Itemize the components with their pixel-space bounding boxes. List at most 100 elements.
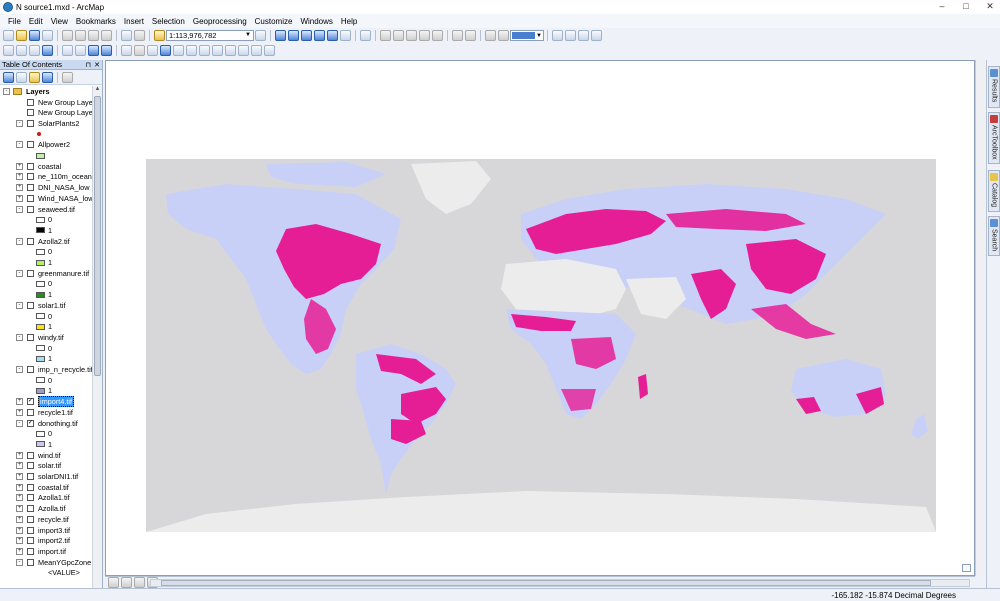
layer-row[interactable]: - seaweed.tif xyxy=(16,204,75,215)
paste-icon[interactable] xyxy=(88,30,99,41)
layer-visibility-checkbox[interactable] xyxy=(27,505,34,513)
collapse-icon[interactable]: - xyxy=(16,301,23,309)
map-horizontal-scrollbar[interactable] xyxy=(150,579,970,587)
next-extent-icon[interactable] xyxy=(101,45,112,56)
layer-row[interactable]: + coastal xyxy=(16,161,61,172)
layer-visibility-checkbox[interactable] xyxy=(27,205,34,213)
legend-swatch[interactable] xyxy=(36,259,45,266)
python-window-icon[interactable] xyxy=(327,30,338,41)
draw-arrow-icon[interactable] xyxy=(485,30,496,41)
layer-visibility-checkbox[interactable] xyxy=(27,109,34,117)
layer-visibility-checkbox[interactable] xyxy=(27,462,34,470)
map-vertical-scrollbar[interactable] xyxy=(975,60,985,576)
layer-row[interactable]: + Wind_NASA_low xyxy=(16,193,92,204)
layer-row[interactable]: + import.tif xyxy=(16,546,66,557)
expand-icon[interactable]: + xyxy=(16,537,23,545)
legend-swatch[interactable] xyxy=(36,377,45,384)
measure-icon[interactable] xyxy=(199,45,210,56)
expand-icon[interactable]: + xyxy=(16,473,23,481)
time-slider-icon[interactable] xyxy=(251,45,262,56)
layer-visibility-checkbox[interactable] xyxy=(27,173,34,181)
layer-row[interactable]: New Group Layer xyxy=(16,97,92,108)
legend-swatch[interactable] xyxy=(36,152,45,159)
refresh-view-icon[interactable] xyxy=(565,30,576,41)
refresh-icon[interactable] xyxy=(134,577,145,588)
layer-visibility-checkbox[interactable] xyxy=(27,162,34,170)
layers-root-row[interactable]: - Layers xyxy=(3,86,50,97)
menu-file[interactable]: File xyxy=(4,17,25,26)
arctoolbox-icon[interactable] xyxy=(314,30,325,41)
layer-row[interactable]: + solar.tif xyxy=(16,461,61,472)
layer-row[interactable]: + import3.tif xyxy=(16,525,70,536)
layer-visibility-checkbox[interactable]: ✓ xyxy=(27,419,34,427)
go-to-xy-icon[interactable] xyxy=(238,45,249,56)
expand-icon[interactable]: + xyxy=(16,184,23,192)
layer-row[interactable]: + recycle1.tif xyxy=(16,407,73,418)
legend-swatch[interactable] xyxy=(36,291,45,298)
results-dock-tab[interactable]: Results xyxy=(988,66,1000,108)
toc-options-icon[interactable] xyxy=(62,71,73,83)
layer-row[interactable]: + coastal.tif xyxy=(16,482,69,493)
layer-row[interactable]: - imp_n_recycle.tif xyxy=(16,364,92,375)
select-features-icon[interactable] xyxy=(121,45,132,56)
legend-swatch[interactable] xyxy=(36,441,45,448)
identify-icon[interactable] xyxy=(160,45,171,56)
collapse-icon[interactable]: - xyxy=(16,269,23,277)
point-symbol-icon[interactable] xyxy=(37,132,41,137)
layer-row[interactable]: - Allpower2 xyxy=(16,140,70,151)
layer-visibility-checkbox[interactable] xyxy=(27,184,34,192)
layer-row[interactable]: + solarDNI1.tif xyxy=(16,471,78,482)
legend-swatch[interactable] xyxy=(36,248,45,255)
export-map-icon[interactable] xyxy=(578,30,589,41)
legend-swatch[interactable] xyxy=(36,323,45,330)
legend-swatch[interactable] xyxy=(36,313,45,320)
menu-geoprocessing[interactable]: Geoprocessing xyxy=(189,17,251,26)
layer-visibility-checkbox[interactable] xyxy=(27,547,34,555)
scroll-up-icon[interactable]: ▲ xyxy=(93,86,102,94)
layer-row[interactable]: + ne_110m_ocean xyxy=(16,172,92,183)
expand-icon[interactable]: + xyxy=(16,483,23,491)
layout-view-toggle-icon[interactable] xyxy=(121,577,132,588)
collapse-icon[interactable]: - xyxy=(16,119,23,127)
layout-zoom-in-icon[interactable] xyxy=(380,30,391,41)
layer-visibility-checkbox[interactable] xyxy=(27,333,34,341)
fill-color-dropdown[interactable]: ▼ xyxy=(510,30,544,41)
layer-visibility-checkbox[interactable] xyxy=(27,269,34,277)
menu-edit[interactable]: Edit xyxy=(25,17,47,26)
layer-row[interactable]: - SolarPlants2 xyxy=(16,118,79,129)
legend-swatch[interactable] xyxy=(36,345,45,352)
collapse-icon[interactable]: - xyxy=(16,141,23,149)
find-binoculars-icon[interactable] xyxy=(212,45,223,56)
layer-row[interactable]: - solar1.tif xyxy=(16,300,66,311)
legend-swatch[interactable] xyxy=(36,227,45,234)
pan-hand-icon[interactable] xyxy=(29,45,40,56)
layer-row[interactable]: - windy.tif xyxy=(16,332,64,343)
close-icon[interactable]: ✕ xyxy=(94,61,100,69)
expand-icon[interactable]: + xyxy=(16,451,23,459)
map-display[interactable] xyxy=(105,60,975,576)
layer-visibility-checkbox[interactable] xyxy=(27,451,34,459)
search-dock-tab[interactable]: Search xyxy=(988,216,1000,256)
layer-visibility-checkbox[interactable] xyxy=(27,119,34,127)
expand-icon[interactable]: + xyxy=(16,515,23,523)
collapse-icon[interactable]: - xyxy=(16,333,23,341)
arctoolbox-dock-tab[interactable]: ArcToolbox xyxy=(988,112,1000,164)
scrollbar-thumb[interactable] xyxy=(94,96,101,376)
collapse-icon[interactable]: - xyxy=(16,419,23,427)
fixed-zoom-in-icon[interactable] xyxy=(62,45,73,56)
menu-insert[interactable]: Insert xyxy=(120,17,148,26)
layer-visibility-checkbox[interactable] xyxy=(27,194,34,202)
layer-visibility-checkbox[interactable] xyxy=(27,408,34,416)
legend-swatch[interactable] xyxy=(36,430,45,437)
close-button[interactable]: ✕ xyxy=(984,1,996,12)
legend-swatch[interactable] xyxy=(36,355,45,362)
expand-icon[interactable]: + xyxy=(16,462,23,470)
scrollbar-thumb[interactable] xyxy=(161,580,931,586)
legend-swatch[interactable] xyxy=(36,216,45,223)
layer-row[interactable]: + wind.tif xyxy=(16,450,61,461)
expand-icon[interactable]: + xyxy=(16,173,23,181)
fixed-zoom-out-icon[interactable] xyxy=(75,45,86,56)
menu-help[interactable]: Help xyxy=(337,17,361,26)
layer-row[interactable]: + Azolla.tif xyxy=(16,503,66,514)
maximize-button[interactable]: □ xyxy=(960,1,972,12)
